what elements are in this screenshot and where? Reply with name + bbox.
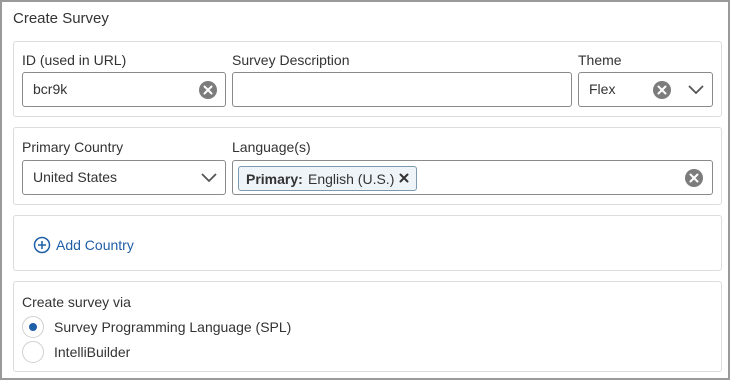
radio-option-spl[interactable]: Survey Programming Language (SPL) [22,316,322,338]
id-value: bcr9k [33,81,68,97]
remove-icon[interactable] [398,172,410,184]
creation-method-label: Create survey via [22,294,131,310]
theme-label: Theme [578,52,622,68]
add-country-label: Add Country [56,237,134,253]
radio-button[interactable] [22,316,44,338]
plus-circle-icon [33,236,51,254]
id-input[interactable]: bcr9k [22,72,226,107]
chip-prefix: Primary: [246,171,303,187]
languages-input[interactable]: Primary: English (U.S.) [232,160,713,195]
radio-label: Survey Programming Language (SPL) [54,319,292,335]
primary-country-select[interactable]: United States [22,160,226,195]
radio-option-intellibuilder[interactable]: IntelliBuilder [22,341,322,363]
clear-icon[interactable] [685,169,703,187]
page-title: Create Survey [13,10,109,27]
add-country-button[interactable]: Add Country [33,235,153,255]
radio-selected-dot [29,323,37,331]
radio-button[interactable] [22,341,44,363]
chip-value: English (U.S.) [308,171,395,187]
survey-details-panel: ID (used in URL) bcr9k Survey Descriptio… [13,41,722,117]
languages-label: Language(s) [232,139,311,155]
clear-icon[interactable] [199,81,217,99]
chevron-down-icon[interactable] [200,172,218,184]
creation-method-panel: Create survey via Survey Programming Lan… [13,281,722,372]
language-chip: Primary: English (U.S.) [238,166,417,191]
country-language-panel: Primary Country United States Language(s… [13,127,722,205]
id-label: ID (used in URL) [22,52,127,68]
theme-select[interactable]: Flex [578,72,713,107]
primary-country-value: United States [33,169,118,185]
chevron-down-icon[interactable] [687,84,705,96]
create-survey-dialog: Create Survey ID (used in URL) bcr9k Sur… [0,0,730,380]
primary-country-label: Primary Country [22,139,124,155]
radio-label: IntelliBuilder [54,344,131,360]
description-label: Survey Description [232,52,350,68]
description-input[interactable] [232,72,572,107]
clear-icon[interactable] [653,81,671,99]
theme-value: Flex [589,81,616,97]
add-country-panel: Add Country [13,215,722,271]
